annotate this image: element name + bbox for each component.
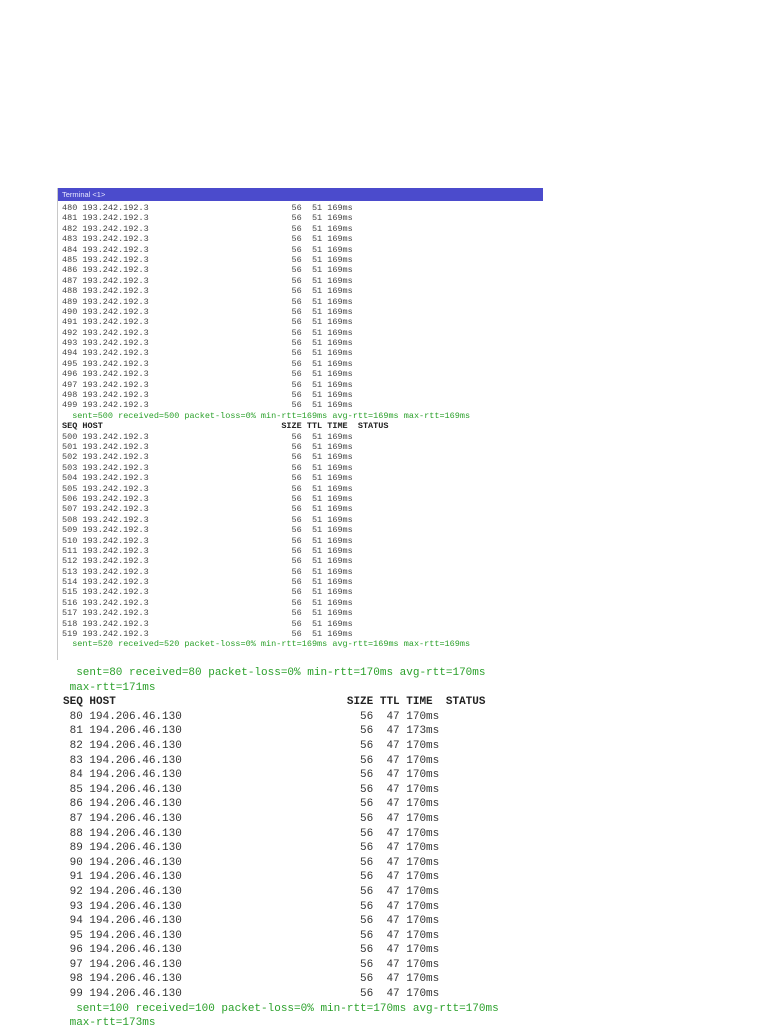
ping-row: 495 193.242.192.3 56 51 169ms	[62, 358, 353, 369]
ping-row: 503 193.242.192.3 56 51 169ms	[62, 462, 353, 473]
ping-row: 82 194.206.46.130 56 47 170ms	[63, 739, 440, 752]
ping-row: 498 193.242.192.3 56 51 169ms	[62, 390, 353, 401]
ping-row: 484 193.242.192.3 56 51 169ms	[62, 244, 353, 255]
ping-row: 486 193.242.192.3 56 51 169ms	[62, 265, 353, 276]
ping-summary: sent=80 received=80 packet-loss=0% min-r…	[63, 667, 486, 679]
ping-row: 99 194.206.46.130 56 47 170ms	[63, 988, 440, 1001]
ping-row: 501 193.242.192.3 56 51 169ms	[62, 441, 353, 452]
ping-row: 95 194.206.46.130 56 47 170ms	[63, 929, 440, 942]
ping-row: 81 194.206.46.130 56 47 173ms	[63, 725, 440, 738]
ping-row: 83 194.206.46.130 56 47 170ms	[63, 754, 440, 767]
ping-summary: sent=500 received=500 packet-loss=0% min…	[62, 410, 471, 421]
ping-row: 489 193.242.192.3 56 51 169ms	[62, 296, 353, 307]
ping-summary: sent=100 received=100 packet-loss=0% min…	[63, 1002, 499, 1015]
ping-row: 519 193.242.192.3 56 51 169ms	[62, 629, 353, 640]
ping-row: 497 193.242.192.3 56 51 169ms	[62, 379, 353, 390]
column-header: SEQ HOST SIZE TTL TIME STATUS	[63, 696, 486, 709]
terminal-output: 480 193.242.192.3 56 51 169ms 481 193.242…	[58, 201, 543, 650]
ping-row: 507 193.242.192.3 56 51 169ms	[62, 504, 353, 515]
terminal-title-bar[interactable]: Terminal <1>	[58, 188, 543, 201]
ping-row: 502 193.242.192.3 56 51 169ms	[62, 452, 353, 463]
ping-row: 515 193.242.192.3 56 51 169ms	[62, 587, 353, 598]
ping-row: 85 194.206.46.130 56 47 170ms	[63, 783, 440, 796]
ping-row: 513 193.242.192.3 56 51 169ms	[62, 566, 353, 577]
ping-row: 505 193.242.192.3 56 51 169ms	[62, 483, 353, 494]
ping-row: 516 193.242.192.3 56 51 169ms	[62, 597, 353, 608]
ping-row: 97 194.206.46.130 56 47 170ms	[63, 958, 440, 971]
ping-row: 89 194.206.46.130 56 47 170ms	[63, 842, 440, 855]
ping-row: 84 194.206.46.130 56 47 170ms	[63, 769, 440, 782]
ping-row: 96 194.206.46.130 56 47 170ms	[63, 944, 440, 957]
ping-row: 87 194.206.46.130 56 47 170ms	[63, 812, 440, 825]
ping-row: 499 193.242.192.3 56 51 169ms	[62, 400, 353, 411]
ping-summary: max-rtt=171ms	[63, 681, 156, 694]
ping-row: 518 193.242.192.3 56 51 169ms	[62, 618, 353, 629]
ping-row: 86 194.206.46.130 56 47 170ms	[63, 798, 440, 811]
ping-row: 482 193.242.192.3 56 51 169ms	[62, 223, 353, 234]
ping-row: 80 194.206.46.130 56 47 170ms	[63, 710, 440, 723]
ping-output: sent=80 received=80 packet-loss=0% min-r…	[63, 666, 499, 1031]
ping-row: 491 193.242.192.3 56 51 169ms	[62, 317, 353, 328]
ping-row: 483 193.242.192.3 56 51 169ms	[62, 234, 353, 245]
ping-row: 510 193.242.192.3 56 51 169ms	[62, 535, 353, 546]
ping-row: 494 193.242.192.3 56 51 169ms	[62, 348, 353, 359]
ping-row: 488 193.242.192.3 56 51 169ms	[62, 286, 353, 297]
ping-row: 480 193.242.192.3 56 51 169ms	[62, 203, 353, 213]
ping-row: 514 193.242.192.3 56 51 169ms	[62, 577, 353, 588]
ping-row: 91 194.206.46.130 56 47 170ms	[63, 871, 440, 884]
ping-row: 490 193.242.192.3 56 51 169ms	[62, 306, 353, 317]
ping-row: 98 194.206.46.130 56 47 170ms	[63, 973, 440, 986]
ping-row: 481 193.242.192.3 56 51 169ms	[62, 213, 353, 224]
ping-row: 517 193.242.192.3 56 51 169ms	[62, 608, 353, 619]
ping-row: 90 194.206.46.130 56 47 170ms	[63, 856, 440, 869]
ping-row: 500 193.242.192.3 56 51 169ms	[62, 431, 353, 442]
ping-row: 506 193.242.192.3 56 51 169ms	[62, 493, 353, 504]
ping-row: 512 193.242.192.3 56 51 169ms	[62, 556, 353, 567]
column-header: SEQ HOST SIZE TTL TIME STATUS	[62, 421, 389, 432]
ping-row: 511 193.242.192.3 56 51 169ms	[62, 545, 353, 556]
ping-row: 94 194.206.46.130 56 47 170ms	[63, 915, 440, 928]
ping-row: 509 193.242.192.3 56 51 169ms	[62, 525, 353, 536]
ping-row: 93 194.206.46.130 56 47 170ms	[63, 900, 440, 913]
ping-row: 508 193.242.192.3 56 51 169ms	[62, 514, 353, 525]
ping-row: 485 193.242.192.3 56 51 169ms	[62, 254, 353, 265]
ping-row: 92 194.206.46.130 56 47 170ms	[63, 885, 440, 898]
ping-summary: sent=520 received=520 packet-loss=0% min…	[62, 639, 471, 650]
ping-row: 493 193.242.192.3 56 51 169ms	[62, 338, 353, 349]
terminal-window[interactable]: Terminal <1> 480 193.242.192.3 56 51 169…	[57, 188, 543, 660]
ping-row: 504 193.242.192.3 56 51 169ms	[62, 473, 353, 484]
ping-row: 487 193.242.192.3 56 51 169ms	[62, 275, 353, 286]
ping-row: 492 193.242.192.3 56 51 169ms	[62, 327, 353, 338]
ping-row: 496 193.242.192.3 56 51 169ms	[62, 369, 353, 380]
ping-row: 88 194.206.46.130 56 47 170ms	[63, 827, 440, 840]
